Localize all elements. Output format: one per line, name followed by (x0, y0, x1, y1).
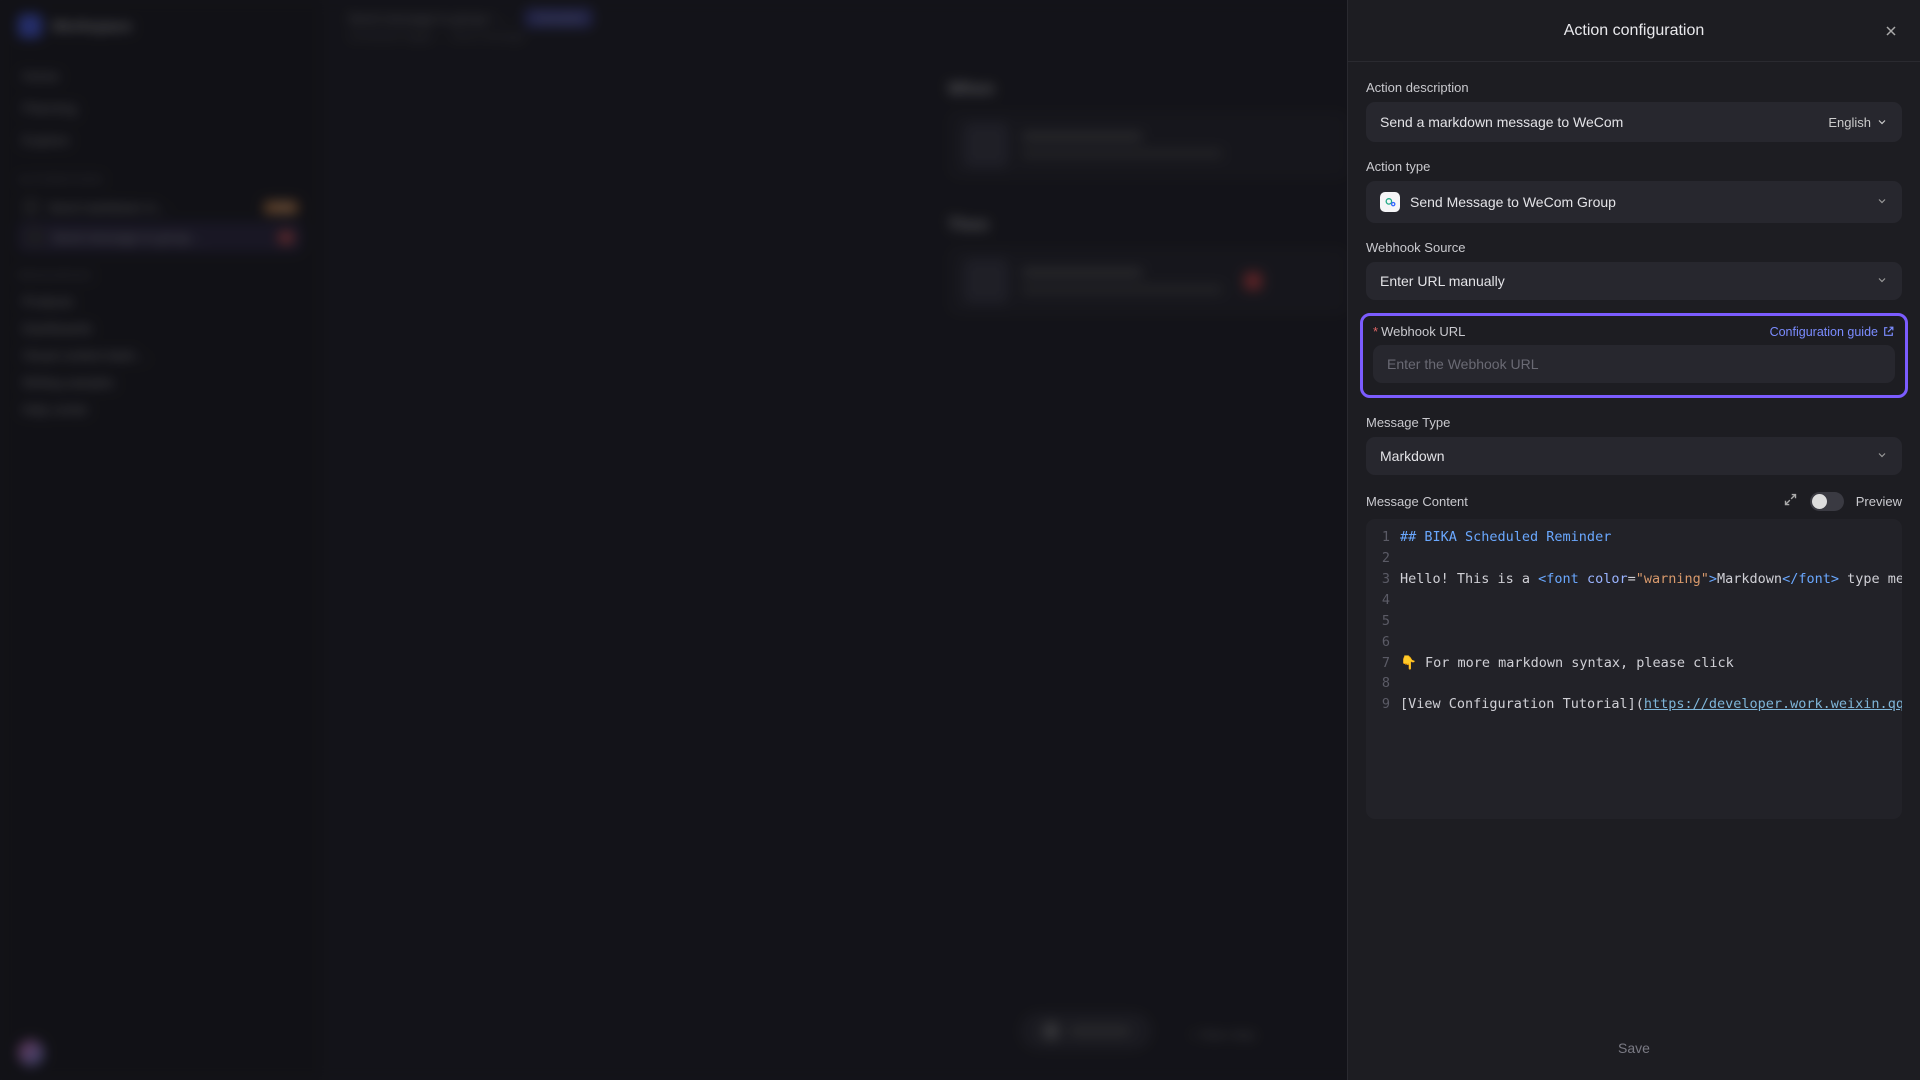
message-type-label: Message Type (1366, 415, 1902, 430)
action-type-label: Action type (1366, 159, 1902, 174)
language-selector[interactable]: English (1828, 115, 1888, 130)
external-link-icon (1882, 325, 1895, 338)
message-type-field: Message Type Markdown (1366, 415, 1902, 475)
expand-icon (1783, 492, 1798, 507)
webhook-source-label: Webhook Source (1366, 240, 1902, 255)
message-type-select[interactable]: Markdown (1366, 437, 1902, 475)
message-type-value: Markdown (1380, 448, 1445, 464)
webhook-source-select[interactable]: Enter URL manually (1366, 262, 1902, 300)
language-value: English (1828, 115, 1871, 130)
webhook-source-value: Enter URL manually (1380, 273, 1505, 289)
action-description-value: Send a markdown message to WeCom (1380, 114, 1623, 130)
action-type-field: Action type Send Message to WeCom Group (1366, 159, 1902, 223)
close-button[interactable] (1880, 20, 1902, 42)
message-content-field: Message Content Preview 1## BIKA Schedul… (1366, 492, 1902, 819)
webhook-url-label-row: *Webhook URL Configuration guide (1373, 324, 1895, 339)
message-content-editor[interactable]: 1## BIKA Scheduled Reminder 2 3Hello! Th… (1366, 519, 1902, 819)
chevron-down-icon (1876, 274, 1888, 286)
panel-title: Action configuration (1564, 22, 1705, 40)
wecom-icon (1380, 192, 1400, 212)
action-config-panel: Action configuration Action description … (1347, 0, 1920, 1080)
chevron-down-icon (1876, 116, 1888, 128)
close-icon (1883, 23, 1899, 39)
configuration-guide-link[interactable]: Configuration guide (1770, 325, 1895, 339)
panel-footer: Save (1348, 1022, 1920, 1080)
preview-toggle[interactable] (1810, 492, 1844, 511)
panel-header: Action configuration (1348, 0, 1920, 62)
webhook-url-input[interactable] (1373, 345, 1895, 383)
action-type-select[interactable]: Send Message to WeCom Group (1366, 181, 1902, 223)
preview-label: Preview (1856, 494, 1902, 509)
chevron-down-icon (1876, 449, 1888, 461)
expand-button[interactable] (1783, 492, 1798, 511)
action-description-label: Action description (1366, 80, 1902, 95)
webhook-source-field: Webhook Source Enter URL manually (1366, 240, 1902, 300)
webhook-url-highlight: *Webhook URL Configuration guide (1360, 313, 1908, 398)
webhook-url-label: Webhook URL (1381, 324, 1465, 339)
action-description-box[interactable]: Send a markdown message to WeCom English (1366, 102, 1902, 142)
action-description-field: Action description Send a markdown messa… (1366, 80, 1902, 142)
message-content-label: Message Content (1366, 494, 1468, 509)
chevron-down-icon (1876, 195, 1888, 207)
action-type-value: Send Message to WeCom Group (1410, 194, 1616, 210)
save-button[interactable]: Save (1618, 1040, 1650, 1056)
